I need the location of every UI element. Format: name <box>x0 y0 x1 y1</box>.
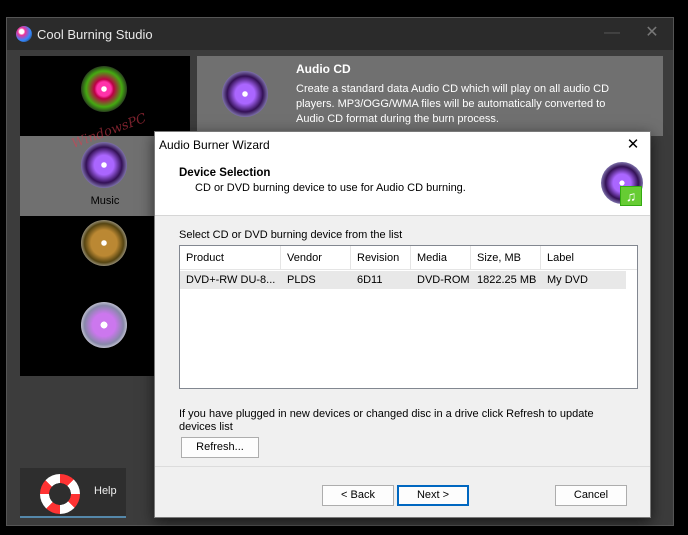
header-title: Device Selection <box>179 167 271 179</box>
cell-vendor: PLDS <box>287 274 316 286</box>
copy-disc-icon <box>81 302 127 348</box>
column-header-revision[interactable]: Revision <box>351 246 411 270</box>
app-title: Cool Burning Studio <box>37 27 153 42</box>
dialog-title: Audio Burner Wizard <box>159 138 270 152</box>
app-disc-icon <box>16 26 32 42</box>
close-icon[interactable]: ✕ <box>624 135 642 153</box>
dialog-header: Device Selection CD or DVD burning devic… <box>155 158 650 216</box>
lifebuoy-icon <box>40 474 80 514</box>
video-disc-icon <box>81 220 127 266</box>
column-header-label[interactable]: Label <box>541 246 637 270</box>
device-list[interactable]: Product Vendor Revision Media Size, MB L… <box>179 245 638 389</box>
music-note-icon: ♫ <box>620 186 642 206</box>
cell-media: DVD-ROM <box>417 274 470 286</box>
title-bar: Cool Burning Studio — ✕ <box>7 18 673 50</box>
burn-disc-icon <box>81 66 127 112</box>
info-panel: Audio CD Create a standard data Audio CD… <box>197 56 663 136</box>
minimize-icon[interactable]: — <box>603 25 621 43</box>
header-subtitle: CD or DVD burning device to use for Audi… <box>195 182 466 194</box>
close-icon[interactable]: ✕ <box>643 24 661 42</box>
cell-label: My DVD <box>547 274 588 286</box>
audio-burner-wizard-dialog: Audio Burner Wizard ✕ Device Selection C… <box>154 131 651 518</box>
table-row[interactable]: DVD+-RW DU-8... PLDS 6D11 DVD-ROM 1822.2… <box>180 271 626 289</box>
refresh-note: If you have plugged in new devices or ch… <box>179 408 594 433</box>
column-header-product[interactable]: Product <box>180 246 281 270</box>
cell-product: DVD+-RW DU-8... <box>186 274 276 286</box>
cancel-button[interactable]: Cancel <box>555 485 627 506</box>
list-header: Product Vendor Revision Media Size, MB L… <box>180 246 637 270</box>
help-label: Help <box>94 485 117 497</box>
back-button[interactable]: < Back <box>322 485 394 506</box>
dialog-title-bar: Audio Burner Wizard ✕ <box>155 132 650 158</box>
info-description: Create a standard data Audio CD which wi… <box>296 83 610 125</box>
list-caption: Select CD or DVD burning device from the… <box>179 229 403 241</box>
info-heading: Audio CD <box>296 62 351 76</box>
music-disc-icon <box>222 71 268 117</box>
column-header-size[interactable]: Size, MB <box>471 246 541 270</box>
help-button[interactable]: Help <box>20 468 126 518</box>
dialog-footer-divider <box>155 466 650 467</box>
column-header-vendor[interactable]: Vendor <box>281 246 351 270</box>
refresh-button[interactable]: Refresh... <box>181 437 259 458</box>
cell-revision: 6D11 <box>357 274 383 286</box>
music-disc-icon <box>81 142 127 188</box>
next-button[interactable]: Next > <box>397 485 469 506</box>
cell-size: 1822.25 MB <box>477 274 537 286</box>
column-header-media[interactable]: Media <box>411 246 471 270</box>
